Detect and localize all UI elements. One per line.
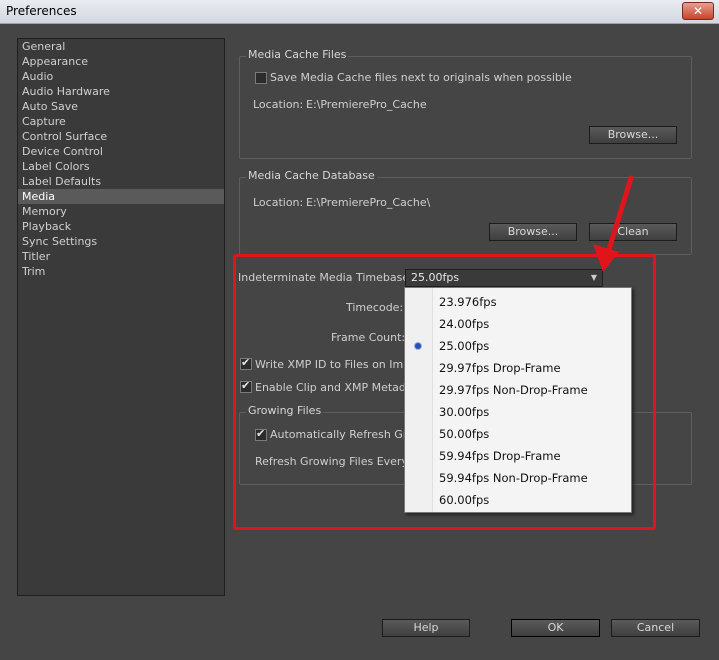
cache-files-location-value: E:\PremierePro_Cache <box>306 98 427 111</box>
auto-refresh-label: Automatically Refresh Grov <box>270 428 421 441</box>
timebase-dropdown-list[interactable]: 23.976fps 24.00fps 25.00fps 29.97fps Drop-F… <box>404 287 632 513</box>
selected-radio-icon <box>415 343 421 349</box>
timebase-option[interactable]: 24.00fps <box>439 313 489 335</box>
sidebar-item-audio[interactable]: Audio <box>18 69 224 84</box>
sidebar-item-media[interactable]: Media <box>18 189 224 204</box>
auto-refresh-checkbox[interactable] <box>255 427 267 441</box>
save-next-to-originals-checkbox[interactable] <box>255 72 267 84</box>
media-cache-files-title: Media Cache Files <box>246 48 349 61</box>
close-button[interactable]: ✕ <box>682 2 714 20</box>
timebase-option[interactable]: 59.94fps Drop-Frame <box>439 445 561 467</box>
cache-db-location-value: E:\PremierePro_Cache\ <box>306 196 431 209</box>
help-button[interactable]: Help <box>382 619 470 637</box>
sidebar-item-audio-hardware[interactable]: Audio Hardware <box>18 84 224 99</box>
sidebar-item-appearance[interactable]: Appearance <box>18 54 224 69</box>
cancel-button[interactable]: Cancel <box>611 619 700 637</box>
media-cache-files-group: Media Cache Files Save Media Cache files… <box>239 48 692 159</box>
timebase-selected-value: 25.00fps <box>411 271 460 284</box>
sidebar-list[interactable]: General Appearance Audio Audio Hardware Auto… <box>17 38 225 596</box>
sidebar-item-general[interactable]: General <box>18 39 224 54</box>
sidebar-item-label-defaults[interactable]: Label Defaults <box>18 174 224 189</box>
timebase-option[interactable]: 59.94fps Non-Drop-Frame <box>439 467 588 489</box>
enable-clip-xmp-checkbox[interactable] <box>240 379 252 393</box>
timebase-option[interactable]: 29.97fps Drop-Frame <box>439 357 561 379</box>
save-next-to-originals-label: Save Media Cache files next to originals… <box>270 71 572 84</box>
ok-button[interactable]: OK <box>511 619 600 637</box>
cache-files-location-label: Location: <box>253 98 304 111</box>
sidebar-item-titler[interactable]: Titler <box>18 249 224 264</box>
timebase-option[interactable]: 23.976fps <box>439 291 497 313</box>
timebase-option[interactable]: 50.00fps <box>439 423 489 445</box>
growing-files-title: Growing Files <box>246 404 324 417</box>
sidebar-item-auto-save[interactable]: Auto Save <box>18 99 224 114</box>
sidebar-item-device-control[interactable]: Device Control <box>18 144 224 159</box>
window-title: Preferences <box>6 4 77 18</box>
write-xmp-checkbox[interactable] <box>240 356 252 370</box>
clean-button[interactable]: Clean <box>589 223 677 241</box>
cache-db-location-label: Location: <box>253 196 304 209</box>
enable-clip-xmp-label: Enable Clip and XMP Metadat <box>255 381 417 394</box>
sidebar-item-capture[interactable]: Capture <box>18 114 224 129</box>
cache-files-browse-button[interactable]: Browse... <box>589 126 677 144</box>
media-cache-database-title: Media Cache Database <box>246 169 377 182</box>
chevron-down-icon: ▼ <box>590 273 597 282</box>
preferences-window: General Appearance Audio Audio Hardware Auto… <box>0 24 719 660</box>
dropdown-gutter <box>405 288 433 512</box>
write-xmp-label: Write XMP ID to Files on Impo <box>255 358 417 371</box>
refresh-every-label: Refresh Growing Files Every <box>255 455 408 468</box>
media-cache-database-group: Media Cache Database Location: E:\Premie… <box>239 169 692 255</box>
timebase-option[interactable]: 25.00fps <box>439 335 489 357</box>
timecode-label: Timecode: <box>346 301 404 314</box>
sidebar-item-playback[interactable]: Playback <box>18 219 224 234</box>
sidebar-item-sync-settings[interactable]: Sync Settings <box>18 234 224 249</box>
sidebar-item-label-colors[interactable]: Label Colors <box>18 159 224 174</box>
timebase-option[interactable]: 29.97fps Non-Drop-Frame <box>439 379 588 401</box>
timebase-select[interactable]: 25.00fps ▼ <box>405 269 603 287</box>
sidebar-item-control-surface[interactable]: Control Surface <box>18 129 224 144</box>
sidebar-item-trim[interactable]: Trim <box>18 264 224 279</box>
title-bar: Preferences ✕ <box>0 0 719 24</box>
cache-db-browse-button[interactable]: Browse... <box>489 223 577 241</box>
timebase-label: Indeterminate Media Timebase: <box>238 271 413 284</box>
timebase-option[interactable]: 60.00fps <box>439 489 489 511</box>
timebase-option[interactable]: 30.00fps <box>439 401 489 423</box>
sidebar-item-memory[interactable]: Memory <box>18 204 224 219</box>
frame-count-label: Frame Count: <box>331 331 406 344</box>
